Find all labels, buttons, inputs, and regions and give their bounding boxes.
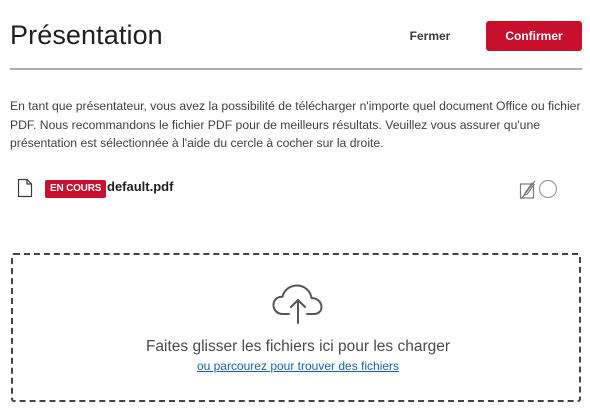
dropzone-text: Faites glisser les fichiers ici pour les…	[145, 338, 451, 355]
file-dropzone[interactable]: Faites glisser les fichiers ici pour les…	[11, 253, 581, 402]
page-title: Présentation	[10, 20, 163, 50]
select-radio[interactable]	[539, 180, 557, 198]
file-name: default.pdf	[107, 179, 174, 194]
modal-header: Présentation Fermer Confirmer	[0, 0, 590, 70]
browse-files-link[interactable]: ou parcourez pour trouver des fichiers	[13, 359, 583, 373]
header-divider	[10, 68, 582, 70]
file-icon	[17, 178, 33, 198]
confirm-button[interactable]: Confirmer	[486, 21, 582, 51]
file-list-item: EN COURS default.pdf	[10, 176, 582, 200]
close-button[interactable]: Fermer	[398, 21, 462, 51]
status-badge: EN COURS	[45, 180, 107, 198]
cloud-upload-icon	[271, 283, 325, 325]
edit-disabled-icon[interactable]	[519, 180, 537, 200]
description-text: En tant que présentateur, vous avez la p…	[10, 99, 581, 150]
